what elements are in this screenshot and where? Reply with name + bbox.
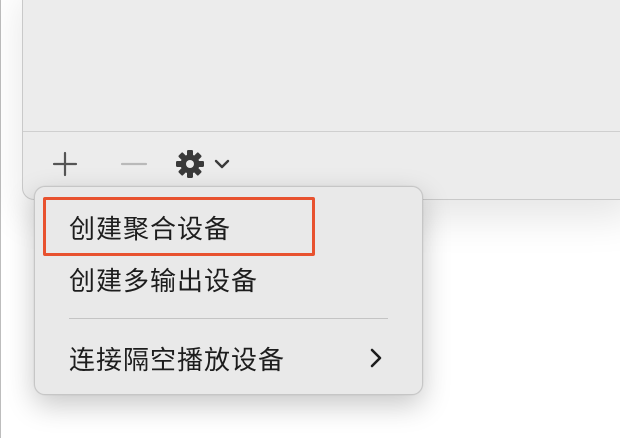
plus-icon	[52, 151, 78, 177]
menu-item-create-aggregate-device[interactable]: 创建聚合设备	[35, 204, 422, 250]
settings-context-menu: 创建聚合设备 创建多输出设备 连接隔空播放设备	[34, 186, 423, 395]
screen: 创建聚合设备 创建多输出设备 连接隔空播放设备	[0, 0, 620, 438]
menu-item-label: 连接隔空播放设备	[69, 345, 286, 376]
menu-item-label: 创建多输出设备	[69, 266, 259, 297]
window-edge	[0, 0, 1, 438]
chevron-right-icon	[370, 348, 382, 368]
minus-icon	[120, 162, 148, 166]
menu-item-create-multi-output-device[interactable]: 创建多输出设备	[35, 256, 422, 302]
remove-device-button[interactable]	[119, 149, 149, 179]
menu-separator	[69, 318, 388, 319]
device-list-panel	[22, 0, 620, 200]
chevron-down-icon	[214, 159, 230, 169]
menu-item-connect-airplay-device[interactable]: 连接隔空播放设备	[35, 335, 422, 381]
settings-menu-button[interactable]	[170, 148, 236, 180]
menu-item-label: 创建聚合设备	[69, 214, 232, 245]
add-device-button[interactable]	[50, 149, 80, 179]
gear-icon	[176, 150, 204, 178]
toolbar-divider	[23, 131, 620, 132]
